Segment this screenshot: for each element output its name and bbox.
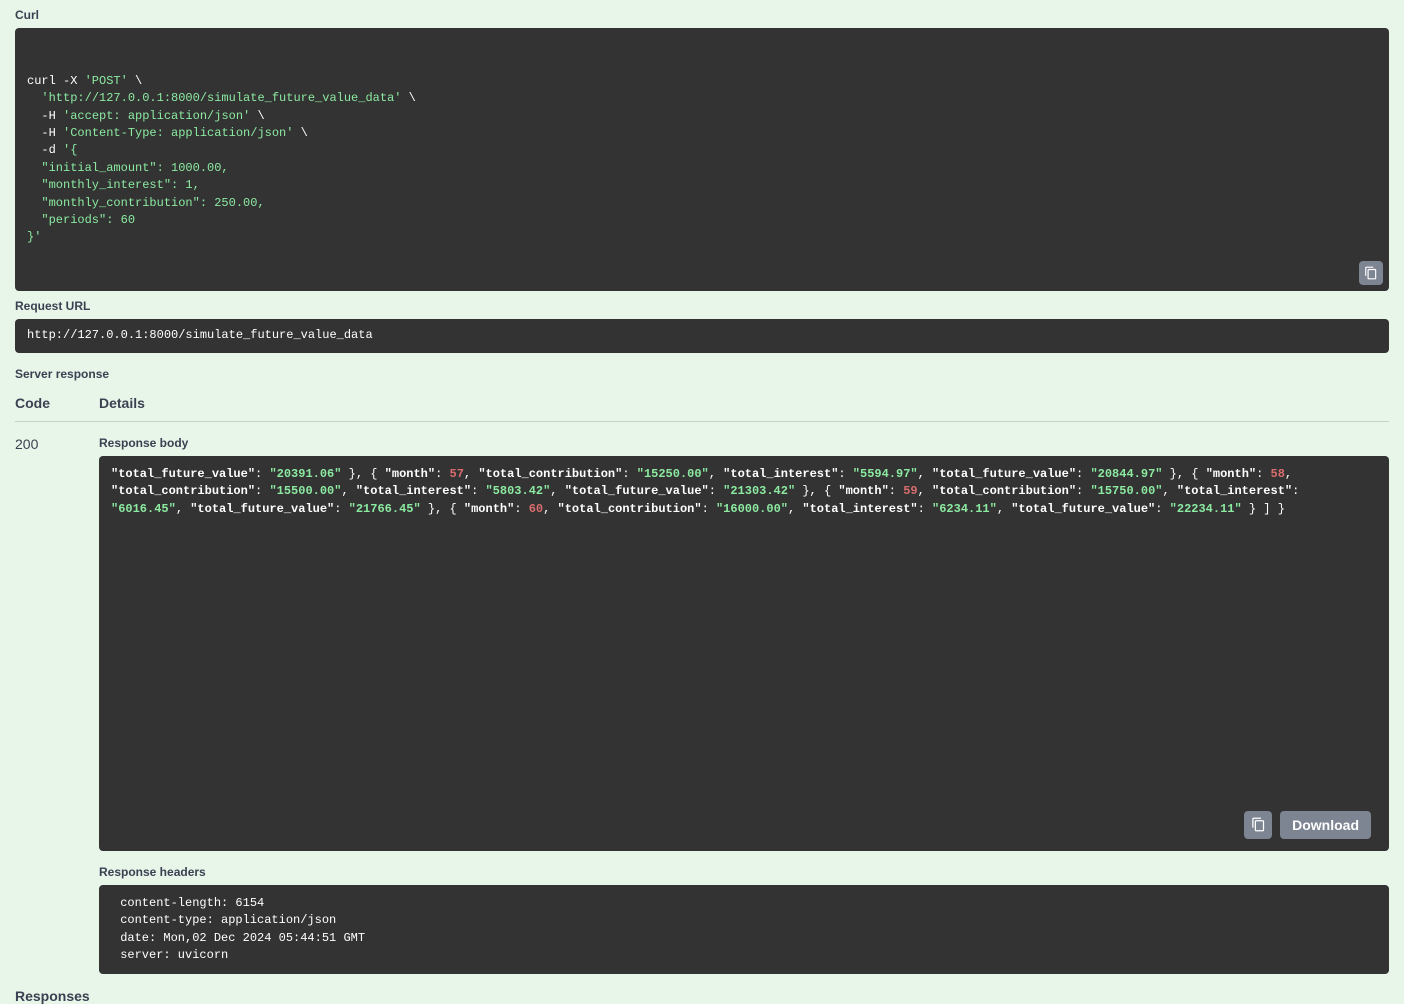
copy-curl-button[interactable] (1359, 261, 1383, 285)
response-headers-block: content-length: 6154 content-type: appli… (99, 885, 1389, 975)
response-headers-label: Response headers (99, 865, 1389, 879)
copy-response-button[interactable] (1244, 811, 1272, 839)
responses-section-label: Responses (15, 988, 1389, 1004)
download-button[interactable]: Download (1280, 811, 1371, 839)
status-code: 200 (15, 436, 99, 975)
clipboard-icon (1251, 817, 1266, 832)
curl-label: Curl (15, 8, 1389, 22)
response-body-block[interactable]: "total_future_value": "20391.06" }, { "m… (99, 456, 1389, 851)
server-response-label: Server response (15, 367, 1389, 381)
th-details: Details (99, 395, 145, 411)
th-code: Code (15, 395, 99, 411)
curl-code-block: curl -X 'POST' \ 'http://127.0.0.1:8000/… (15, 28, 1389, 291)
response-row: 200 Response body "total_future_value": … (15, 422, 1389, 975)
response-body-label: Response body (99, 436, 1389, 450)
request-url-label: Request URL (15, 299, 1389, 313)
request-url-block: http://127.0.0.1:8000/simulate_future_va… (15, 319, 1389, 352)
response-table-header: Code Details (15, 387, 1389, 422)
clipboard-icon (1364, 266, 1378, 280)
